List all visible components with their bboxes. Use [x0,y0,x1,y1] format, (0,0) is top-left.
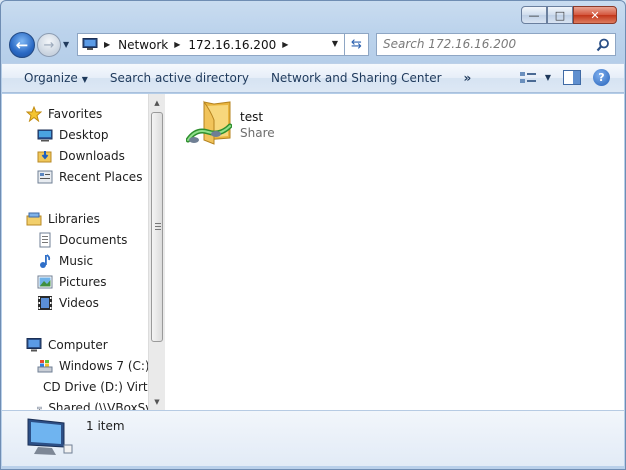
maximize-button[interactable]: □ [547,6,573,24]
nav-item-label: Pictures [59,274,107,289]
address-dropdown-icon[interactable]: ▼ [332,39,338,48]
favorites-group: Favorites Desktop Downloads Recent Place… [2,103,148,187]
nav-item-label: Music [59,253,94,268]
toolbar-right-group: ▼ ? [507,69,610,86]
help-icon: ? [598,71,605,84]
pictures-icon [37,275,53,288]
command-bar: Organize ▼ Search active directory Networ… [2,63,624,93]
nav-computer[interactable]: Computer [2,334,148,355]
preview-pane-icon[interactable] [563,70,581,85]
nav-item-videos[interactable]: Videos [2,292,148,313]
nav-item-label: Documents [59,232,128,247]
nav-item-documents[interactable]: Documents [2,229,148,250]
videos-icon [38,295,52,310]
file-name: test [240,110,264,124]
breadcrumb-separator-icon[interactable]: ▶ [104,40,110,49]
star-icon [26,105,42,122]
music-note-icon [40,253,51,268]
nav-pane-scrollbar[interactable]: ▲ ▼ [148,94,165,410]
network-sharing-center-button[interactable]: Network and Sharing Center [271,71,442,85]
minimize-icon: — [528,8,540,22]
item-count: 1 item [86,419,125,433]
nav-item-music[interactable]: Music [2,250,148,271]
address-bar[interactable]: ▶ Network ▶ 172.16.16.200 ▶ ▼ [77,33,345,56]
nav-item-desktop[interactable]: Desktop [2,124,148,145]
file-item-text: test Share [240,110,275,148]
libraries-icon [26,212,42,225]
nav-item-shared-drive[interactable]: Shared (\\VBoxSvr) [2,397,148,410]
nav-item-label: Shared (\\VBoxSvr) [48,400,148,411]
nav-item-downloads[interactable]: Downloads [2,145,148,166]
maximize-icon: □ [554,8,566,22]
refresh-icon: ⇆ [351,37,362,52]
scrollbar-thumb[interactable] [151,112,163,342]
computer-icon [26,337,42,351]
desktop-icon [37,129,53,141]
file-list-pane: test Share [166,94,624,410]
network-computer-large-icon [27,418,73,455]
scroll-down-icon[interactable]: ▼ [149,393,165,410]
nav-item-label: Windows 7 (C:) [59,358,148,373]
breadcrumb-network[interactable]: Network [118,38,168,52]
forward-arrow-icon: → [43,37,55,53]
view-options-icon [519,71,536,83]
nav-item-label: CD Drive (D:) VirtualBox Guest Additions [43,379,148,394]
help-button[interactable]: ? [593,69,610,86]
search-icon[interactable] [596,38,610,52]
caption-buttons: — □ ✕ [521,6,617,24]
nav-item-drive-c[interactable]: Windows 7 (C:) [2,355,148,376]
breadcrumb-host[interactable]: 172.16.16.200 [188,38,276,52]
recent-places-icon [37,170,53,183]
close-icon: ✕ [590,8,600,22]
file-item[interactable]: test Share [186,100,275,148]
minimize-button[interactable]: — [521,6,547,24]
forward-button[interactable]: → [37,33,61,57]
organize-button[interactable]: Organize ▼ [24,71,88,85]
content-area: Favorites Desktop Downloads Recent Place… [2,94,624,410]
documents-icon [39,232,51,247]
nav-libraries-label: Libraries [48,211,100,226]
back-arrow-icon: ← [15,36,29,54]
nav-item-pictures[interactable]: Pictures [2,271,148,292]
nav-favorites-label: Favorites [48,106,103,121]
nav-item-label: Downloads [59,148,125,163]
windows-drive-icon [37,359,53,372]
nav-item-recent-places[interactable]: Recent Places [2,166,148,187]
nav-item-label: Videos [59,295,99,310]
change-view-button[interactable]: ▼ [519,71,551,85]
libraries-group: Libraries Documents Music Pictures Video… [2,208,148,313]
explorer-window: — □ ✕ ← → ▼ ▶ Network ▶ 172.16.16.200 ▶ … [0,0,626,470]
file-type: Share [240,126,275,140]
nav-libraries[interactable]: Libraries [2,208,148,229]
organize-label: Organize [24,71,78,85]
network-computer-icon [82,38,98,50]
grip-icon [155,223,161,232]
breadcrumb-separator-icon[interactable]: ▶ [174,40,180,49]
details-pane: 1 item [2,410,624,466]
close-button[interactable]: ✕ [573,6,617,24]
downloads-folder-icon [37,150,52,162]
nav-item-label: Desktop [59,127,109,142]
refresh-button[interactable]: ⇆ [345,33,369,56]
search-active-directory-button[interactable]: Search active directory [110,71,249,85]
search-box[interactable] [376,33,616,56]
chevron-down-icon: ▼ [81,75,88,84]
navigation-pane: Favorites Desktop Downloads Recent Place… [2,94,148,410]
computer-group: Computer Windows 7 (C:) CD Drive (D:) Vi… [2,334,148,410]
view-dropdown-icon: ▼ [544,73,551,82]
search-input[interactable] [383,37,593,51]
network-drive-icon [37,406,43,410]
history-dropdown-icon[interactable]: ▼ [63,40,69,49]
back-button[interactable]: ← [9,32,35,58]
nav-computer-label: Computer [48,337,108,352]
scroll-up-icon[interactable]: ▲ [149,94,165,111]
more-commands-button[interactable]: » [464,71,472,85]
breadcrumb-separator-icon[interactable]: ▶ [282,40,288,49]
shared-folder-icon [186,100,232,145]
nav-favorites[interactable]: Favorites [2,103,148,124]
nav-item-label: Recent Places [59,169,143,184]
navigation-row: ← → ▼ ▶ Network ▶ 172.16.16.200 ▶ ▼ ⇆ [1,31,625,59]
nav-item-cd-drive[interactable]: CD Drive (D:) VirtualBox Guest Additions [2,376,148,397]
